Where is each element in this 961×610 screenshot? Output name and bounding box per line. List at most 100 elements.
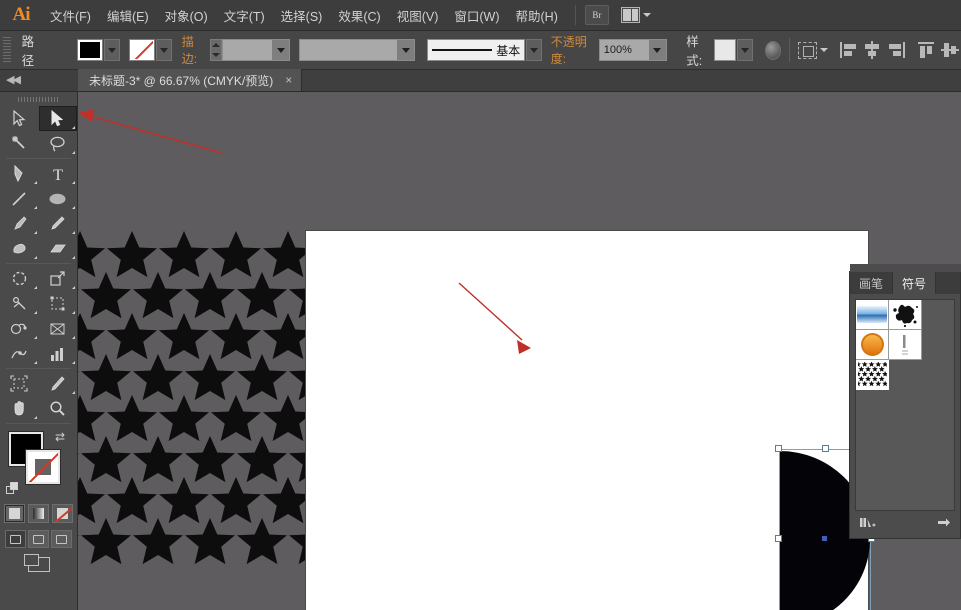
stepper-up-icon	[212, 43, 220, 47]
symbol-star-pattern[interactable]	[856, 360, 889, 390]
opacity-dropdown-icon[interactable]	[649, 40, 666, 60]
stroke-label[interactable]: 描边:	[182, 33, 205, 67]
stroke-swatch[interactable]	[129, 39, 155, 61]
screen-mode-normal[interactable]	[5, 530, 26, 548]
symbol-partial-edge[interactable]	[889, 330, 922, 360]
screen-mode-full[interactable]	[51, 530, 72, 548]
default-fill-stroke-icon[interactable]	[6, 482, 19, 495]
star-pattern-symbol-set[interactable]	[78, 231, 308, 610]
menu-view[interactable]: 视图(V)	[389, 2, 447, 29]
opacity-field[interactable]: 100%	[599, 39, 667, 61]
pencil-tool[interactable]	[39, 211, 78, 236]
brush-definition-field[interactable]	[299, 39, 415, 61]
artboard[interactable]	[306, 231, 868, 610]
stroke-weight-stepper[interactable]	[210, 39, 221, 61]
shape-builder-tool[interactable]	[0, 316, 39, 341]
align-middle-vertical-icon[interactable]	[941, 41, 957, 59]
rotate-tool[interactable]	[0, 266, 39, 291]
type-tool[interactable]: T	[39, 161, 78, 186]
style-dropdown-arrow[interactable]	[737, 39, 753, 61]
document-tab-title: 未标题-3* @ 66.67% (CMYK/预览)	[89, 72, 273, 89]
symbol-orange-circle[interactable]	[856, 330, 889, 360]
perspective-grid-tool[interactable]	[39, 316, 78, 341]
stroke-control[interactable]	[129, 39, 172, 61]
align-right-icon[interactable]	[887, 41, 903, 59]
color-button[interactable]	[4, 504, 25, 523]
blob-brush-tool[interactable]	[0, 236, 39, 261]
align-left-icon[interactable]	[839, 41, 855, 59]
center-anchor-point	[822, 536, 827, 541]
hand-tool[interactable]	[0, 396, 39, 421]
brush-definition-dropdown-icon[interactable]	[397, 40, 414, 60]
tools-panel-grip[interactable]	[0, 92, 77, 106]
document-tab[interactable]: 未标题-3* @ 66.67% (CMYK/预览) ×	[78, 69, 302, 91]
scale-tool[interactable]	[39, 266, 78, 291]
magic-wand-tool[interactable]	[0, 131, 39, 156]
style-control[interactable]	[714, 39, 753, 61]
fill-control[interactable]	[77, 39, 120, 61]
swap-fill-stroke-icon[interactable]: ⇄	[55, 430, 69, 444]
stroke-weight-dropdown-icon[interactable]	[272, 40, 289, 60]
close-icon[interactable]: ×	[285, 73, 292, 87]
eraser-tool[interactable]	[39, 236, 78, 261]
menu-window[interactable]: 窗口(W)	[446, 2, 507, 29]
variable-width-profile-field[interactable]: 基本	[427, 39, 525, 61]
lasso-tool[interactable]	[39, 131, 78, 156]
symbol-blue-gradient[interactable]	[856, 300, 889, 330]
screen-mode-full-menu[interactable]	[28, 530, 49, 548]
bridge-icon[interactable]: Br	[585, 5, 609, 25]
ellipse-tool[interactable]	[39, 186, 78, 211]
panel-tab-bar: 画笔 符号	[850, 272, 960, 294]
symbol-ink-splatter[interactable]	[889, 300, 922, 330]
menu-file[interactable]: 文件(F)	[42, 2, 99, 29]
arrange-documents-button[interactable]	[621, 7, 651, 23]
selection-tool[interactable]	[0, 106, 39, 131]
symbol-libraries-menu-icon[interactable]	[859, 516, 876, 532]
mesh-tool[interactable]	[0, 341, 39, 366]
style-swatch[interactable]	[714, 39, 736, 61]
fill-dropdown-arrow[interactable]	[104, 39, 120, 61]
profile-dropdown-arrow[interactable]	[526, 39, 542, 61]
symbols-list[interactable]	[855, 299, 955, 511]
symbols-panel[interactable]: 画笔 符号	[849, 271, 961, 539]
menu-object[interactable]: 对象(O)	[157, 2, 216, 29]
direct-selection-tool[interactable]	[39, 106, 78, 131]
transform-menu-button[interactable]	[798, 42, 828, 59]
canvas-area[interactable]	[78, 92, 961, 610]
stroke-dropdown-arrow[interactable]	[156, 39, 172, 61]
menu-select[interactable]: 选择(S)	[273, 2, 331, 29]
gradient-button[interactable]	[28, 504, 49, 523]
change-screen-mode-button[interactable]	[0, 557, 77, 572]
panel-tab-symbols[interactable]: 符号	[893, 272, 936, 294]
free-transform-tool[interactable]	[39, 291, 78, 316]
line-segment-tool[interactable]	[0, 186, 39, 211]
menu-edit[interactable]: 编辑(E)	[99, 2, 157, 29]
stroke-weight-field[interactable]	[222, 39, 291, 61]
panel-options-icon[interactable]	[937, 517, 951, 532]
panel-tab-brushes[interactable]: 画笔	[850, 272, 893, 294]
panel-grip[interactable]	[850, 264, 961, 272]
stroke-swatch[interactable]	[26, 450, 60, 484]
collapse-panel-icon[interactable]: ◀◀	[6, 73, 19, 86]
fill-swatch[interactable]	[77, 39, 103, 61]
align-center-horizontal-icon[interactable]	[863, 41, 879, 59]
opacity-label[interactable]: 不透明度:	[551, 33, 595, 67]
menu-help[interactable]: 帮助(H)	[508, 2, 566, 29]
recolor-artwork-button[interactable]	[765, 41, 781, 60]
pen-tool[interactable]	[0, 161, 39, 186]
app-logo: Ai	[0, 4, 42, 26]
tool-group-selection	[0, 106, 77, 156]
align-top-icon[interactable]	[917, 41, 933, 59]
zoom-tool[interactable]	[39, 396, 78, 421]
width-tool[interactable]	[0, 291, 39, 316]
tool-flyout-indicator	[34, 256, 37, 259]
column-graph-tool[interactable]	[39, 341, 78, 366]
menu-effect[interactable]: 效果(C)	[330, 2, 388, 29]
control-bar-grip[interactable]	[3, 37, 11, 63]
variable-width-profile-control[interactable]: 基本	[427, 39, 542, 61]
paintbrush-tool[interactable]	[0, 211, 39, 236]
menu-type[interactable]: 文字(T)	[216, 2, 273, 29]
none-button[interactable]	[52, 504, 73, 523]
artboard-tool[interactable]	[0, 371, 39, 396]
slice-tool[interactable]	[39, 371, 78, 396]
